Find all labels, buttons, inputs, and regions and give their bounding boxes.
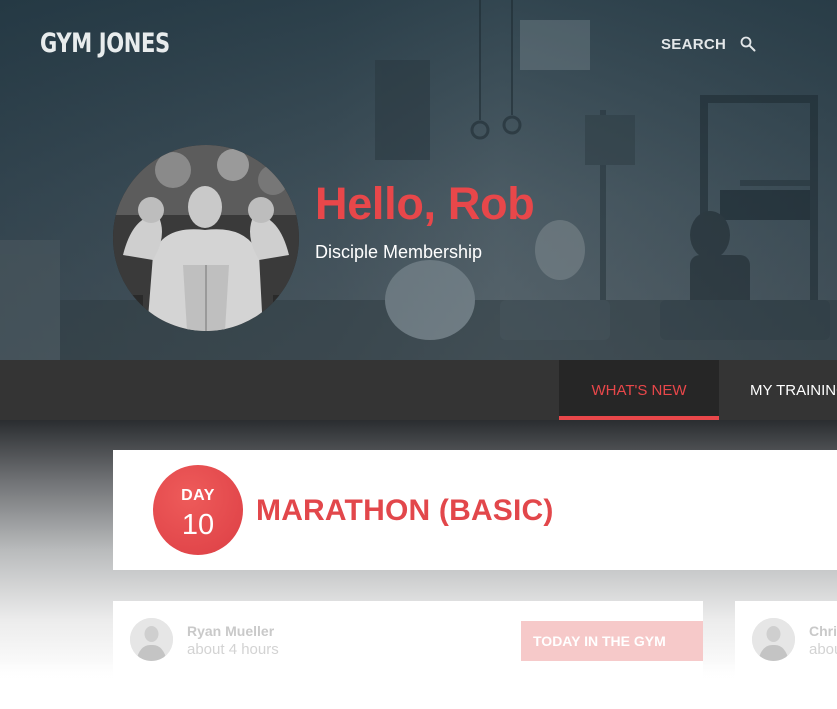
avatar-photo (130, 618, 173, 661)
avatar-photo (752, 618, 795, 661)
day-label: DAY (181, 487, 215, 504)
main-nav: WHAT'S NEW MY TRAINING (0, 360, 837, 420)
post-timestamp: about (809, 641, 837, 658)
feed-post[interactable]: Ryan Mueller about 4 hours TODAY IN THE … (113, 601, 703, 709)
tab-whats-new[interactable]: WHAT'S NEW (559, 360, 719, 420)
profile-avatar[interactable] (113, 145, 299, 331)
author-avatar (752, 618, 795, 661)
program-title: MARATHON (BASIC) (256, 494, 554, 527)
membership-level: Disciple Membership (315, 242, 483, 262)
greeting: Hello, Rob (315, 178, 535, 229)
day-badge: DAY 10 (153, 465, 243, 555)
search-icon (740, 36, 756, 52)
tab-label: WHAT'S NEW (591, 381, 687, 399)
author-avatar (130, 618, 173, 661)
search-label: SEARCH (661, 35, 727, 53)
post-author[interactable]: Ryan Mueller (187, 623, 274, 639)
content-area: DAY 10 MARATHON (BASIC) Ryan Mueller abo… (0, 420, 837, 709)
day-number: 10 (181, 509, 215, 541)
search-button[interactable]: SEARCH (661, 34, 756, 54)
post-timestamp: about 4 hours (187, 641, 279, 658)
post-author[interactable]: Chris (809, 623, 837, 639)
gym-jones-logo[interactable]: GYM JONES (40, 28, 170, 59)
program-card[interactable]: DAY 10 MARATHON (BASIC) (113, 450, 837, 570)
tab-my-training[interactable]: MY TRAINING (750, 360, 837, 420)
hero-banner: GYM JONES SEARCH Hello, Rob Disciple Mem… (0, 0, 837, 360)
feed-post[interactable]: Chris about (735, 601, 837, 709)
profile-photo (113, 145, 299, 331)
post-category-tag[interactable]: TODAY IN THE GYM (521, 621, 703, 661)
tab-label: MY TRAINING (750, 381, 837, 399)
